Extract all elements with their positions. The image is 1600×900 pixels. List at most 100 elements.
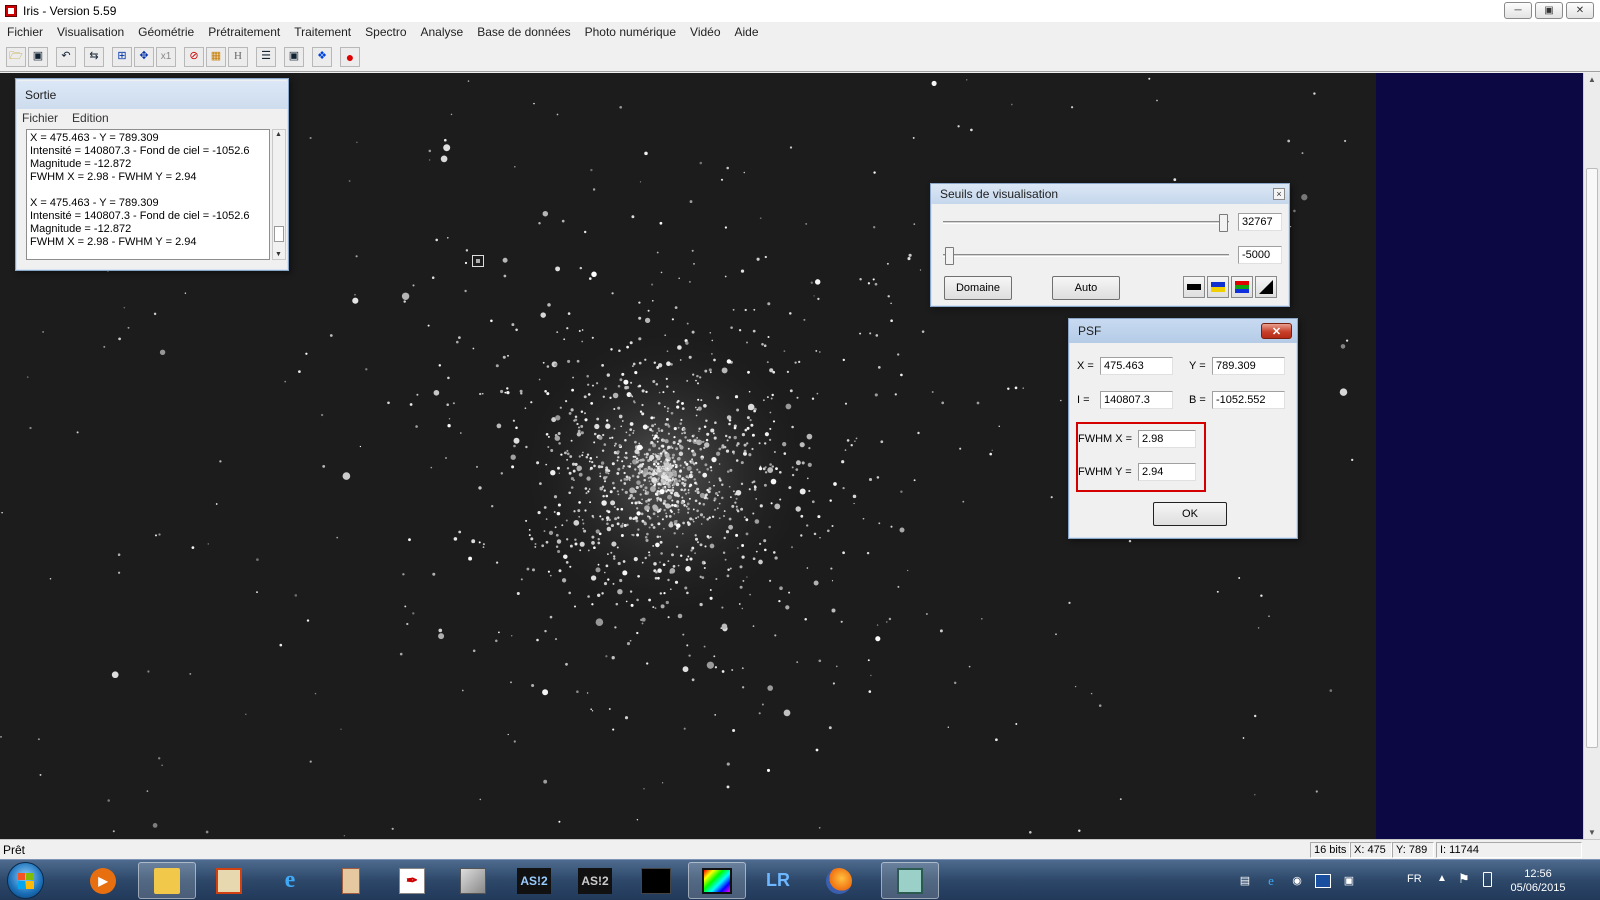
star — [1074, 685, 1077, 688]
high-threshold-slider-track[interactable] — [943, 221, 1229, 224]
star — [761, 343, 764, 346]
no-button[interactable]: ⊘ — [184, 46, 204, 67]
taskbar-lightroom[interactable]: LR — [749, 862, 807, 899]
high-threshold-slider-thumb[interactable] — [1219, 214, 1228, 232]
sortie-scrollbar[interactable]: ▲ ▼ — [272, 129, 286, 260]
scroll-up-icon[interactable]: ▲ — [1588, 75, 1596, 84]
sortie-scroll-thumb[interactable] — [274, 226, 284, 242]
taskbar-iris[interactable] — [881, 862, 939, 899]
scroll-up-icon[interactable]: ▲ — [275, 131, 282, 138]
menu-photo-numerique[interactable]: Photo numérique — [585, 25, 676, 39]
maximize-button[interactable]: ▣ — [1535, 2, 1563, 19]
menu-geometrie[interactable]: Géométrie — [138, 25, 194, 39]
psf-fwhm-y-field[interactable]: 2.94 — [1138, 463, 1196, 481]
taskbar-autostakkert-alt[interactable]: AS!2 — [566, 862, 624, 899]
rainbow-palette-button[interactable] — [1231, 276, 1253, 298]
star — [446, 403, 449, 406]
taskbar-app[interactable] — [322, 862, 380, 899]
undo-button[interactable]: ↶ — [56, 46, 76, 67]
low-threshold-slider-thumb[interactable] — [945, 247, 954, 265]
scroll-down-icon[interactable]: ▼ — [1588, 828, 1596, 837]
language-indicator[interactable]: FR — [1407, 873, 1422, 885]
ie-tray-icon[interactable]: e — [1263, 873, 1279, 888]
taskbar-file-explorer[interactable] — [138, 862, 196, 899]
sortie-menu-fichier[interactable]: Fichier — [22, 111, 58, 125]
gradient-palette-button[interactable] — [1255, 276, 1277, 298]
high-threshold-field[interactable]: 32767 — [1238, 213, 1282, 231]
camera-button[interactable]: ▣ — [284, 46, 304, 67]
taskbar-color-film[interactable] — [688, 862, 746, 899]
menu-visualisation[interactable]: Visualisation — [57, 25, 124, 39]
sortie-log[interactable]: X = 475.463 - Y = 789.309 Intensité = 14… — [26, 129, 270, 260]
close-button[interactable]: ✕ — [1566, 2, 1594, 19]
low-threshold-slider-track[interactable] — [943, 254, 1229, 257]
diamond-button[interactable]: ❖ — [312, 46, 332, 67]
seuils-title-bar[interactable]: Seuils de visualisation — [931, 184, 1289, 204]
grayscale-palette-button[interactable] — [1183, 276, 1205, 298]
star — [582, 522, 585, 525]
network-monitor-icon[interactable]: ▤ — [1237, 874, 1253, 888]
save-button[interactable]: ▣ — [28, 46, 48, 67]
sortie-title-bar[interactable]: Sortie — [16, 81, 288, 109]
tray-expand-icon[interactable]: ▲ — [1437, 873, 1447, 884]
sortie-menu-edition[interactable]: Edition — [72, 111, 109, 125]
scroll-thumb[interactable] — [1586, 168, 1598, 748]
histogram-button[interactable]: H — [228, 46, 248, 67]
psf-b-field[interactable]: -1052.552 — [1212, 391, 1285, 409]
x1-button[interactable]: x1 — [156, 46, 176, 67]
zoom-in-button[interactable]: ⊞ — [112, 46, 132, 67]
taskbar-autostakkert[interactable]: AS!2 — [505, 862, 563, 899]
blue-yellow-palette-button[interactable] — [1207, 276, 1229, 298]
monitor-icon[interactable]: ▣ — [1341, 874, 1357, 888]
psf-fwhm-x-field[interactable]: 2.98 — [1138, 430, 1196, 448]
record-button[interactable]: ● — [340, 46, 360, 67]
menu-fichier[interactable]: Fichier — [7, 25, 43, 39]
menu-spectro[interactable]: Spectro — [365, 25, 406, 39]
psf-ok-button[interactable]: OK — [1153, 502, 1227, 526]
psf-i-field[interactable]: 140807.3 — [1100, 391, 1173, 409]
star — [560, 453, 563, 456]
star — [726, 470, 730, 473]
move-button[interactable]: ✥ — [134, 46, 154, 67]
menu-traitement[interactable]: Traitement — [294, 25, 351, 39]
menu-base-de-donnees[interactable]: Base de données — [477, 25, 570, 39]
taskbar-firefox[interactable] — [810, 862, 868, 899]
psf-x-field[interactable]: 475.463 — [1100, 357, 1173, 375]
action-center-flag-icon[interactable]: ⚑ — [1458, 871, 1470, 887]
minimize-button[interactable]: ─ — [1504, 2, 1532, 19]
start-button[interactable] — [7, 862, 44, 899]
auto-button[interactable]: Auto — [1052, 276, 1120, 300]
system-tray: ▤ e ◉ ▣ — [1232, 860, 1362, 900]
low-threshold-field[interactable]: -5000 — [1238, 246, 1282, 264]
domaine-button[interactable]: Domaine — [944, 276, 1012, 300]
open-button[interactable]: 🗁 — [6, 46, 26, 67]
seuils-close-button[interactable]: × — [1273, 188, 1285, 200]
battery-icon[interactable] — [1483, 872, 1492, 887]
star — [314, 692, 317, 695]
star — [741, 544, 745, 547]
menu-video[interactable]: Vidéo — [690, 25, 720, 39]
star — [648, 554, 651, 557]
star — [876, 624, 879, 626]
swap-button[interactable]: ⇆ — [84, 46, 104, 67]
grid-button[interactable]: ▦ — [206, 46, 226, 67]
star — [778, 599, 781, 603]
menu-analyse[interactable]: Analyse — [421, 25, 464, 39]
star — [619, 105, 623, 109]
scroll-down-icon[interactable]: ▼ — [275, 251, 282, 258]
psf-close-button[interactable]: ✕ — [1261, 323, 1292, 339]
security-icon[interactable] — [1315, 873, 1331, 888]
vertical-scrollbar[interactable]: ▲ ▼ — [1583, 73, 1600, 839]
taskbar-media-player[interactable]: ▶ — [74, 862, 132, 899]
clock[interactable]: 12:56 05/06/2015 — [1508, 867, 1568, 895]
taskbar-internet-explorer[interactable]: e — [261, 862, 319, 899]
mouse-icon[interactable]: ◉ — [1289, 874, 1305, 888]
menu-aide[interactable]: Aide — [735, 25, 759, 39]
menu-pretraitement[interactable]: Prétraitement — [208, 25, 280, 39]
taskbar-paint[interactable] — [200, 862, 258, 899]
list-button[interactable]: ☰ — [256, 46, 276, 67]
taskbar-starfield[interactable] — [627, 862, 685, 899]
taskbar-pdf[interactable]: ✒ — [383, 862, 441, 899]
taskbar-box[interactable] — [444, 862, 502, 899]
psf-y-field[interactable]: 789.309 — [1212, 357, 1285, 375]
